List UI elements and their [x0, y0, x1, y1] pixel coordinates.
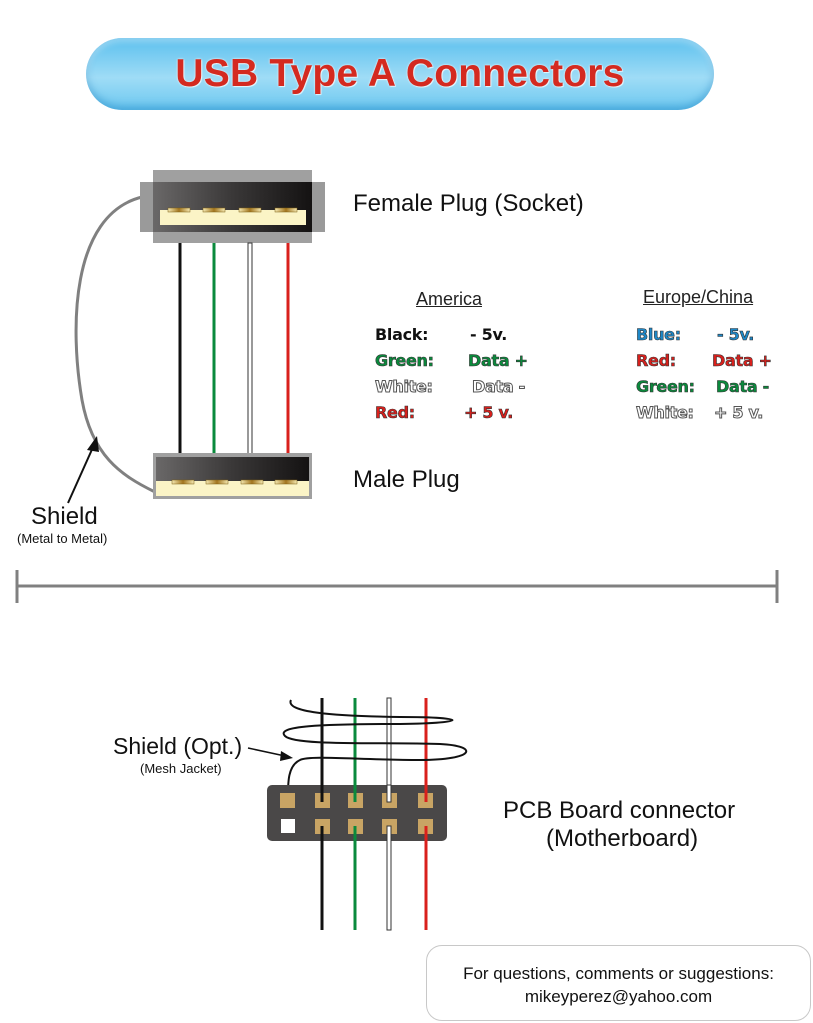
male-plug-label: Male Plug [353, 466, 460, 493]
shield-arrow [67, 444, 95, 504]
legend-meaning: + 5 v. [713, 403, 764, 423]
legend-meaning: Data + [712, 351, 773, 371]
legend-row: Black: - 5v. [375, 325, 507, 344]
legend-meaning: - 5v. [470, 325, 508, 344]
legend-color-name: Green: [375, 351, 435, 371]
legend-heading-europe-china: Europe/China [643, 287, 754, 307]
pcb-label-line1: PCB Board connector [503, 797, 736, 824]
legend-row: White: Data - [375, 377, 526, 397]
legend-row: Green: Data + [375, 351, 529, 371]
legend-meaning: Data - [472, 377, 526, 397]
male-plug [153, 453, 312, 499]
legend-heading-america: America [416, 289, 483, 309]
legend-color-name: Blue: [636, 325, 682, 345]
shield-opt-arrow [247, 747, 286, 757]
shield-label: Shield [31, 503, 98, 530]
pcb-connector [267, 697, 468, 931]
pcb-label-line2: (Motherboard) [546, 825, 699, 852]
legend-color-name: Black: [375, 325, 429, 344]
legend-color-name: White: [375, 377, 434, 397]
legend-row: Green: Data - [636, 377, 770, 397]
legend-meaning: Data + [468, 351, 529, 371]
usb-cable-diagram [15, 170, 779, 931]
arrowhead-icon [280, 751, 293, 761]
wire-white [247, 242, 253, 455]
legend-color-name: Green: [636, 377, 696, 397]
legend-color-name: Red: [375, 403, 416, 423]
contact-email[interactable]: mikeyperez@yahoo.com [427, 985, 810, 1008]
section-divider [15, 570, 779, 603]
shield-wire [74, 195, 156, 494]
contact-line: For questions, comments or suggestions: [463, 964, 774, 983]
legend-row: White: + 5 v. [636, 403, 764, 423]
shield-opt-label: Shield (Opt.) [113, 733, 243, 759]
female-plug-label: Female Plug (Socket) [353, 190, 584, 217]
female-plug-socket [140, 170, 325, 243]
legend-color-name: White: [636, 403, 695, 423]
legend-row: Red: Data + [636, 351, 773, 371]
legend-meaning: + 5 v. [464, 403, 514, 423]
shield-sub-label: (Metal to Metal) [17, 531, 108, 546]
legend-row: Blue: - 5v. [636, 325, 755, 345]
legend-color-name: Red: [636, 351, 677, 371]
shield-opt-sub-label: (Mesh Jacket) [140, 761, 222, 776]
legend-row: Red: + 5 v. [375, 403, 514, 423]
contact-box: For questions, comments or suggestions: … [426, 945, 811, 1021]
legend-meaning: Data - [716, 377, 770, 397]
legend-meaning: - 5v. [717, 325, 755, 345]
